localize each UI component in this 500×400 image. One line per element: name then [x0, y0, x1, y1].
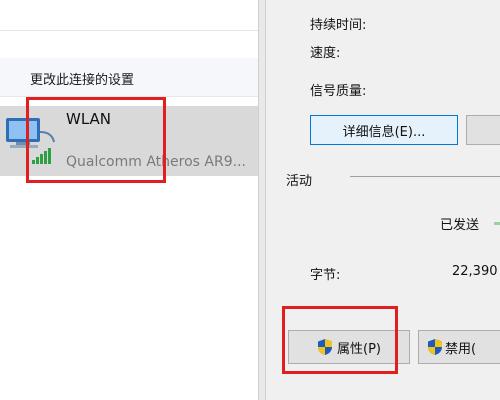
- disable-button[interactable]: 禁用(: [418, 330, 500, 364]
- adapter-description: Qualcomm Atheros AR9...: [66, 154, 246, 170]
- properties-button[interactable]: 属性(P): [288, 330, 410, 364]
- details-button[interactable]: 详细信息(E)...: [310, 115, 458, 145]
- bytes-label: 字节:: [310, 268, 341, 283]
- toolbar-divider: [0, 30, 258, 31]
- properties-button-label: 属性(P): [337, 341, 381, 357]
- wireless-properties-button[interactable]: [466, 115, 500, 145]
- bytes-sent-value: 22,390: [452, 264, 498, 279]
- command-bar: 更改此连接的设置: [0, 58, 258, 97]
- wlan-status-dialog: 持续时间: 速度: 信号质量: 详细信息(E)... 活动 已发送 字节: 22…: [266, 0, 500, 400]
- network-adapter-icon: [6, 118, 55, 164]
- speed-label: 速度:: [310, 46, 341, 61]
- activity-icon: [494, 222, 500, 225]
- activity-group-divider: [350, 176, 500, 177]
- connection-name: WLAN: [66, 110, 112, 128]
- wifi-signal-icon: [32, 148, 51, 164]
- change-connection-settings-command[interactable]: 更改此连接的设置: [30, 69, 134, 88]
- duration-label: 持续时间:: [310, 18, 367, 33]
- window-border: [258, 0, 266, 400]
- disable-button-label: 禁用(: [445, 341, 477, 357]
- activity-label: 活动: [286, 174, 313, 189]
- uac-shield-icon: [428, 339, 442, 355]
- sent-label: 已发送: [440, 218, 480, 233]
- signal-quality-label: 信号质量:: [310, 84, 367, 99]
- uac-shield-icon: [318, 339, 332, 355]
- network-connections-window: 更改此连接的设置 WLAN Qualcomm Atheros AR9...: [0, 0, 258, 400]
